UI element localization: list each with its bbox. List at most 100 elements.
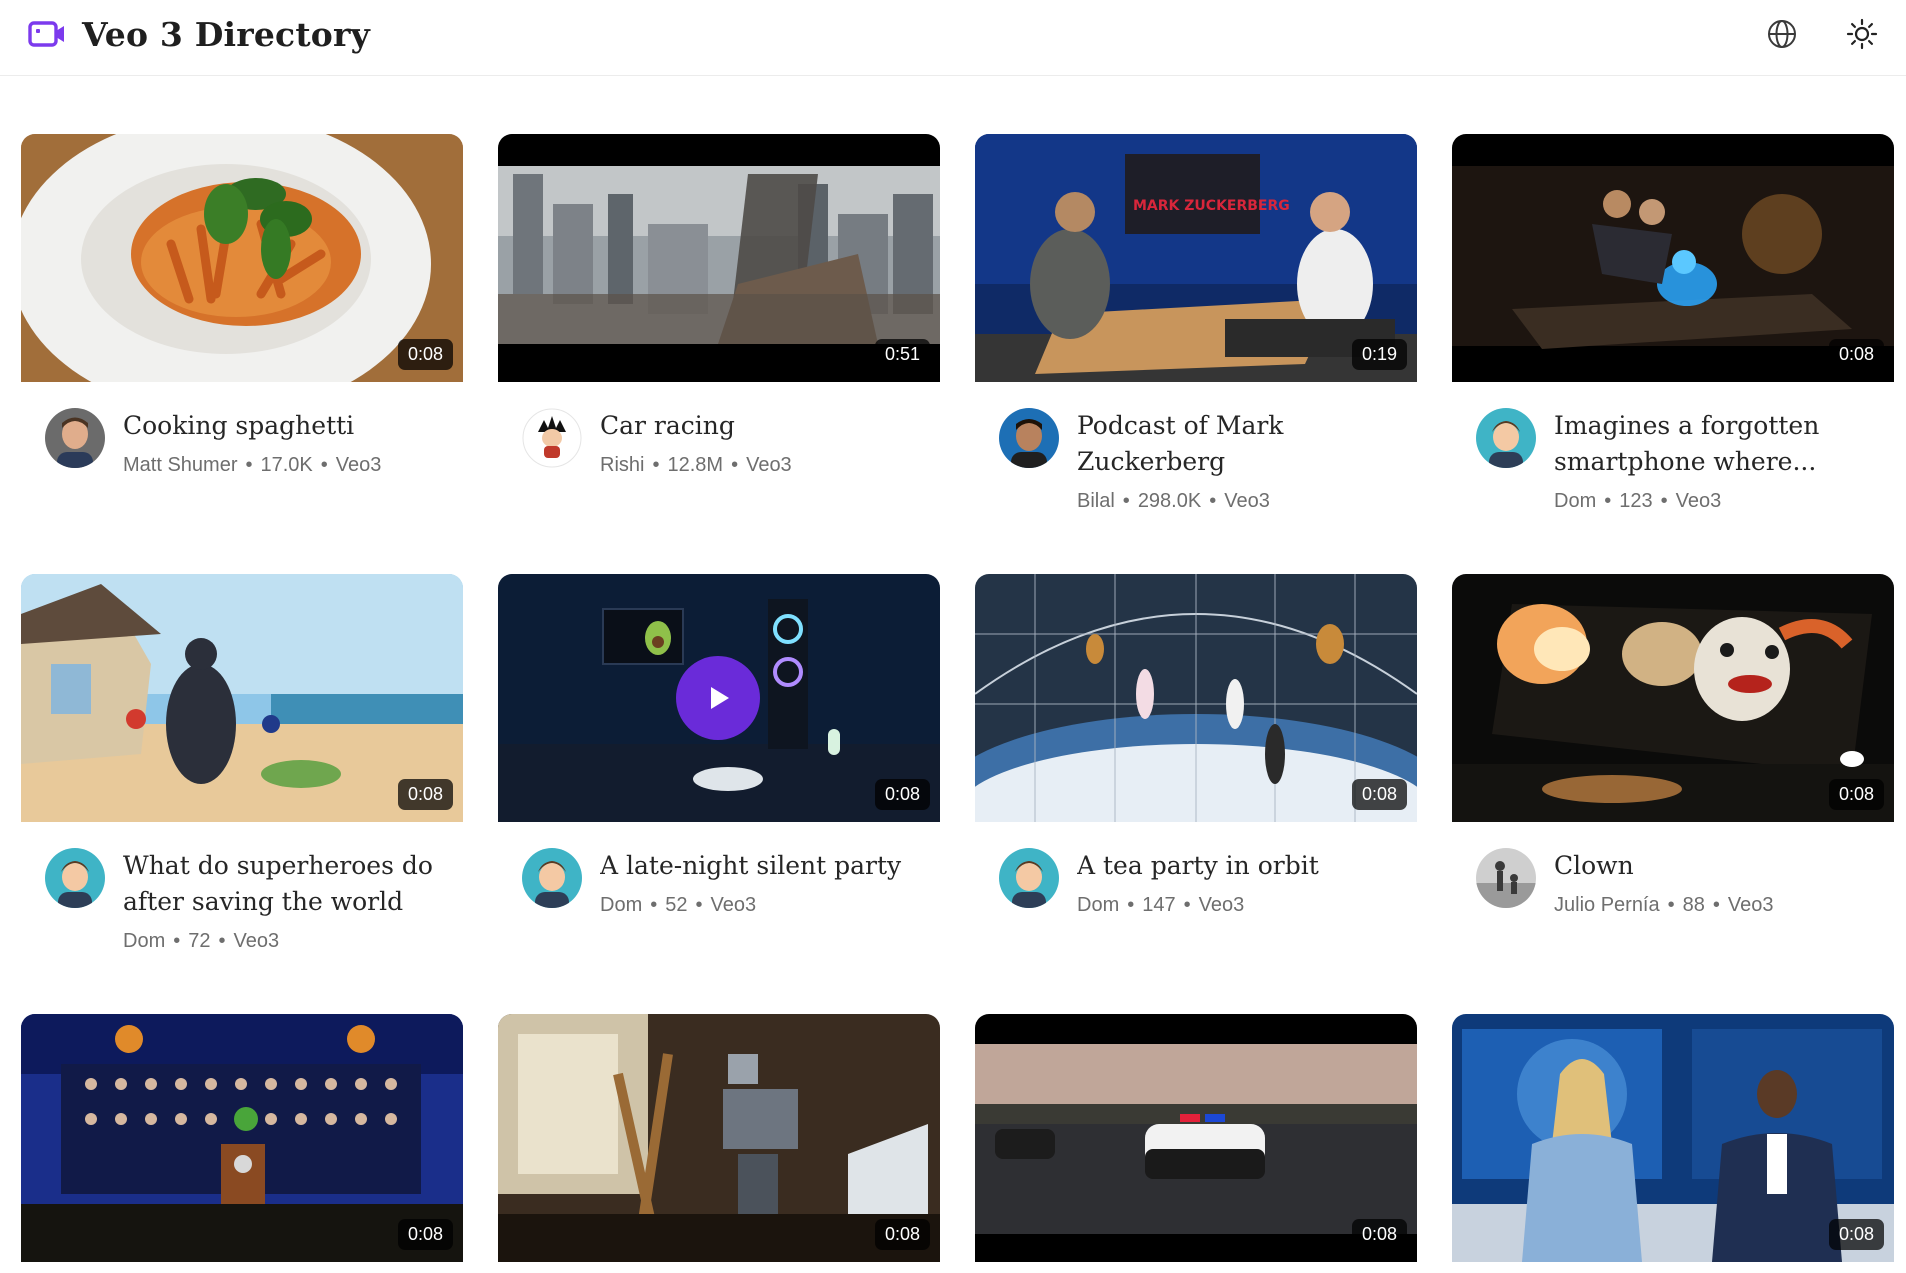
video-info: Bilal • 298.0K • Veo3 xyxy=(1077,490,1270,512)
model-label: Veo3 xyxy=(1224,490,1270,512)
video-meta: A late-night silent party Dom • 52 • Veo3 xyxy=(498,822,940,972)
video-title[interactable]: Podcast of Mark Zuckerberg xyxy=(1077,408,1407,480)
video-card[interactable]: 0:08 A tea party in orbit Dom • 147 • Veo3 xyxy=(975,574,1417,972)
avatar-image xyxy=(45,408,105,468)
screen-overlay-text: MARK ZUCKERBERG xyxy=(1133,198,1290,214)
avatar[interactable] xyxy=(45,408,105,468)
thumbnail-image xyxy=(21,574,463,822)
video-thumbnail[interactable]: 0:08 xyxy=(1452,134,1894,382)
duration-badge: 0:08 xyxy=(1351,779,1407,810)
video-card[interactable]: 0:08 xyxy=(975,1014,1417,1262)
video-title[interactable]: Clown xyxy=(1554,848,1884,884)
video-thumbnail[interactable]: 0:08 xyxy=(21,134,463,382)
view-count: 88 xyxy=(1682,894,1705,916)
top-bar: Veo 3 Directory xyxy=(0,0,1906,76)
view-count: 147 xyxy=(1142,894,1176,916)
avatar-image xyxy=(999,848,1059,908)
thumbnail-image xyxy=(1452,1014,1894,1262)
video-card[interactable]: MARK ZUCKERBERG 0:19 Podcast of Mark Zuc… xyxy=(975,134,1417,532)
avatar-image xyxy=(999,408,1059,468)
duration-badge: 0:08 xyxy=(1828,1219,1884,1250)
author-name[interactable]: Dom xyxy=(600,894,642,916)
duration-badge: 0:08 xyxy=(397,339,453,370)
thumbnail-image xyxy=(975,574,1417,822)
video-title[interactable]: Car racing xyxy=(600,408,930,444)
video-title[interactable]: A tea party in orbit xyxy=(1077,848,1407,884)
video-thumbnail[interactable]: 0:08 xyxy=(498,1014,940,1262)
video-title[interactable]: Cooking spaghetti xyxy=(123,408,453,444)
video-info: Dom • 72 • Veo3 xyxy=(123,930,280,952)
video-thumbnail[interactable]: 0:08 xyxy=(1452,574,1894,822)
thumbnail-image xyxy=(1452,574,1894,822)
model-label: Veo3 xyxy=(335,454,382,476)
video-thumbnail[interactable]: 0:51 xyxy=(498,134,940,382)
model-label: Veo3 xyxy=(710,894,757,916)
video-meta: What do superheroes do after saving the … xyxy=(21,822,463,972)
video-thumbnail[interactable]: 0:08 xyxy=(498,574,940,822)
video-thumbnail[interactable]: MARK ZUCKERBERG 0:19 xyxy=(975,134,1417,382)
video-card[interactable]: 0:08 A late-night silent party Dom • 52 • Ve… xyxy=(498,574,940,972)
view-count: 52 xyxy=(665,894,688,916)
video-card[interactable]: 0:08 xyxy=(1452,1014,1894,1262)
avatar-image xyxy=(522,848,582,908)
video-title[interactable]: A late-night silent party xyxy=(600,848,930,884)
theme-toggle-button[interactable] xyxy=(1842,14,1882,54)
video-camera-icon xyxy=(28,21,64,47)
video-thumbnail[interactable]: 0:08 xyxy=(21,1014,463,1262)
video-card[interactable]: 0:08 xyxy=(498,1014,940,1262)
duration-badge: 0:08 xyxy=(1828,339,1884,370)
view-count: 17.0K xyxy=(260,454,313,476)
video-meta: Car racing Rishi • 12.8M • Veo3 xyxy=(498,382,940,532)
avatar[interactable] xyxy=(999,848,1059,908)
video-meta: Podcast of Mark Zuckerberg Bilal • 298.0K •… xyxy=(975,382,1417,532)
video-info: Julio Pernía • 88 • Veo3 xyxy=(1554,894,1774,916)
video-thumbnail[interactable]: 0:08 xyxy=(1452,1014,1894,1262)
author-name[interactable]: Dom xyxy=(1077,894,1119,916)
video-info: Dom • 147 • Veo3 xyxy=(1077,894,1245,916)
author-name[interactable]: Bilal xyxy=(1077,490,1115,512)
video-card[interactable]: 0:08 Imagines a forgotten smartphone whe… xyxy=(1452,134,1894,532)
video-title[interactable]: What do superheroes do after saving the … xyxy=(123,848,453,920)
duration-badge: 0:19 xyxy=(1351,339,1407,370)
model-label: Veo3 xyxy=(746,454,792,476)
avatar[interactable] xyxy=(522,408,582,468)
video-info: Rishi • 12.8M • Veo3 xyxy=(600,454,792,476)
video-thumbnail[interactable]: 0:08 xyxy=(975,574,1417,822)
language-button[interactable] xyxy=(1762,14,1802,54)
video-meta: A tea party in orbit Dom • 147 • Veo3 xyxy=(975,822,1417,972)
author-name[interactable]: Julio Pernía xyxy=(1554,894,1660,916)
author-name[interactable]: Dom xyxy=(123,930,165,952)
model-label: Veo3 xyxy=(1675,490,1722,512)
duration-badge: 0:08 xyxy=(397,779,453,810)
video-card[interactable]: 0:08 What do superheroes do after saving… xyxy=(21,574,463,972)
avatar[interactable] xyxy=(1476,848,1536,908)
avatar-image xyxy=(522,408,582,468)
avatar[interactable] xyxy=(1476,408,1536,468)
video-card[interactable]: 0:08 xyxy=(21,1014,463,1262)
author-name[interactable]: Matt Shumer xyxy=(123,454,237,476)
video-card[interactable]: 0:51 Car racing Rishi • 12.8M • Veo3 xyxy=(498,134,940,532)
video-title[interactable]: Imagines a forgotten smartphone where... xyxy=(1554,408,1884,480)
video-card[interactable]: 0:08 Cooking spaghetti Matt Shumer • 17.0K… xyxy=(21,134,463,532)
view-count: 123 xyxy=(1619,490,1653,512)
video-meta: Imagines a forgotten smartphone where...… xyxy=(1452,382,1894,532)
thumbnail-image xyxy=(21,134,463,382)
play-button[interactable] xyxy=(676,656,760,740)
app-title: Veo 3 Directory xyxy=(82,14,370,54)
video-meta: Clown Julio Pernía • 88 • Veo3 xyxy=(1452,822,1894,972)
avatar-image xyxy=(1476,408,1536,468)
video-thumbnail[interactable]: 0:08 xyxy=(975,1014,1417,1262)
video-meta: Cooking spaghetti Matt Shumer • 17.0K • Veo3 xyxy=(21,382,463,532)
video-thumbnail[interactable]: 0:08 xyxy=(21,574,463,822)
video-card[interactable]: 0:08 Clown Julio Pernía • 88 • Veo3 xyxy=(1452,574,1894,972)
avatar[interactable] xyxy=(999,408,1059,468)
author-name[interactable]: Dom xyxy=(1554,490,1596,512)
brand[interactable]: Veo 3 Directory xyxy=(28,14,370,54)
duration-badge: 0:51 xyxy=(874,339,930,370)
avatar[interactable] xyxy=(45,848,105,908)
video-info: Dom • 123 • Veo3 xyxy=(1554,490,1722,512)
avatar[interactable] xyxy=(522,848,582,908)
author-name[interactable]: Rishi xyxy=(600,454,644,476)
globe-icon xyxy=(1768,20,1796,48)
view-count: 298.0K xyxy=(1137,490,1202,512)
